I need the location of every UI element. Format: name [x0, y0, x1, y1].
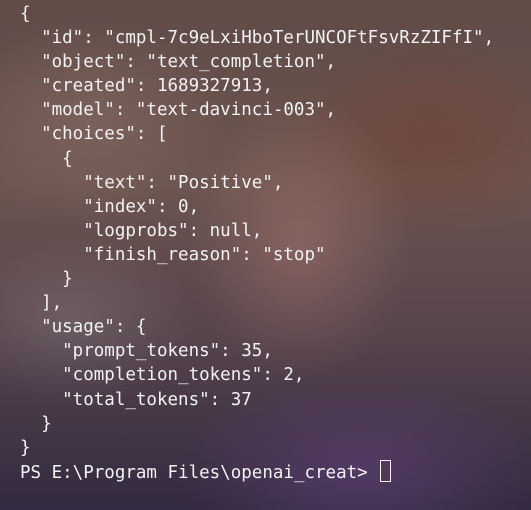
output-line: "finish_reason": "stop" — [20, 244, 326, 265]
prompt-line[interactable]: PS E:\Program Files\openai_creat> — [20, 459, 494, 484]
terminal-window[interactable]: { "id": "cmpl-7c9eLxiHboTerUNCOFtFsvRzZI… — [0, 0, 531, 510]
output-line: "completion_tokens": 2, — [20, 365, 305, 386]
output-line: "total_tokens": 37 — [20, 389, 252, 410]
output-line: "created": 1689327913, — [20, 76, 273, 97]
text-cursor[interactable] — [380, 459, 392, 482]
output-line: "usage": { — [20, 317, 147, 338]
output-line: } — [20, 437, 31, 458]
output-line: } — [20, 413, 52, 434]
output-line: { — [20, 4, 31, 24]
output-line: { — [20, 148, 73, 169]
output-line: "prompt_tokens": 35, — [20, 341, 273, 362]
output-line: "text": "Positive", — [20, 172, 284, 193]
output-line: "model": "text-davinci-003", — [20, 100, 337, 121]
output-line: "logprobs": null, — [20, 220, 263, 241]
output-line: "index": 0, — [20, 196, 200, 217]
output-line: "object": "text_completion", — [20, 52, 337, 73]
output-line: "id": "cmpl-7c9eLxiHboTerUNCOFtFsvRzZIFf… — [20, 28, 495, 49]
terminal-output: { "id": "cmpl-7c9eLxiHboTerUNCOFtFsvRzZI… — [20, 2, 494, 484]
output-line: ], — [20, 293, 63, 314]
output-line: } — [20, 269, 73, 290]
shell-prompt: PS E:\Program Files\openai_creat> — [20, 462, 379, 483]
output-line: "choices": [ — [20, 124, 168, 145]
